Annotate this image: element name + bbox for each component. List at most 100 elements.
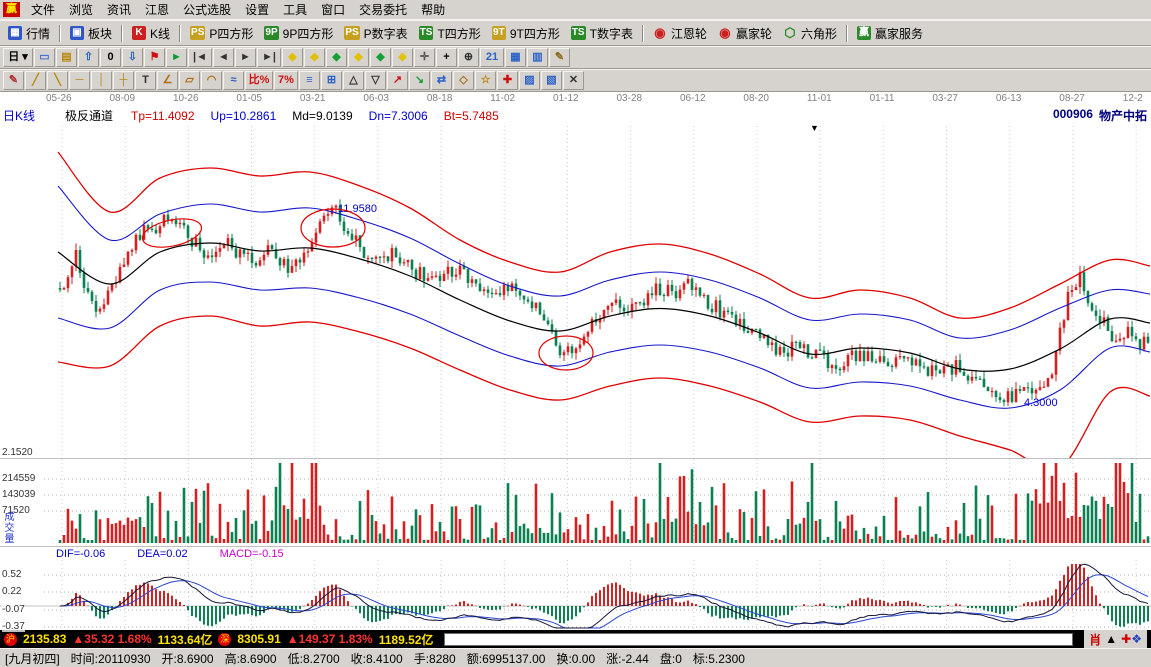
tool-icon[interactable]: T — [135, 71, 156, 90]
tool-icon[interactable]: ▦ — [505, 48, 526, 67]
macd-pane[interactable]: 0.520.22-0.07-0.37 — [0, 560, 1151, 630]
tool-icon[interactable]: 7% — [274, 71, 298, 90]
toolbar-main-button[interactable]: KK线 — [127, 22, 175, 44]
tool-icon[interactable]: ✕ — [563, 71, 584, 90]
tool-icon[interactable]: ▤ — [56, 48, 77, 67]
tool-icon[interactable]: ╱ — [25, 71, 46, 90]
menu-item[interactable]: 江恩 — [138, 0, 176, 20]
toolbar-main-button[interactable]: ▦行情 — [3, 22, 55, 44]
date-tick-label: 01-11 — [870, 93, 895, 104]
tool-icon[interactable]: |◄ — [188, 48, 212, 67]
tool-icon[interactable]: ►| — [257, 48, 281, 67]
macd-chart-canvas[interactable] — [0, 560, 1151, 630]
menu-item[interactable]: 公式选股 — [176, 0, 238, 20]
toolbar-main-button[interactable]: ▣板块 — [65, 22, 117, 44]
tool-icon[interactable]: ◆ — [348, 48, 369, 67]
tool-icon[interactable]: ↘ — [409, 71, 430, 90]
toolbar-main-icon: K — [132, 26, 146, 40]
tool-icon[interactable]: ▽ — [365, 71, 386, 90]
tool-icon[interactable]: ╲ — [47, 71, 68, 90]
tool-icon[interactable]: ◆ — [326, 48, 347, 67]
toolbar-main-button[interactable]: TST四方形 — [414, 22, 486, 44]
macd-indicator-value: DIF=-0.06 — [56, 548, 105, 560]
tool-icon[interactable]: ⊞ — [321, 71, 342, 90]
tool-icon[interactable]: ► — [235, 48, 256, 67]
tool-icon[interactable]: 0 — [100, 48, 121, 67]
tool-icon[interactable]: ∠ — [157, 71, 178, 90]
toolbar-main-button[interactable]: PSP四方形 — [185, 22, 258, 44]
tray-icon[interactable]: ❖ — [1131, 632, 1142, 646]
tool-icon[interactable]: ⇩ — [122, 48, 143, 67]
tool-icon[interactable]: ─ — [69, 71, 90, 90]
tool-icon[interactable]: ┼ — [113, 71, 134, 90]
toolbar-main-label: 江恩轮 — [671, 25, 707, 42]
tool-icon[interactable]: ✎ — [3, 71, 24, 90]
toolbar-main-button[interactable]: ◉江恩轮 — [648, 22, 712, 44]
toolbar-main-icon: 9P — [264, 26, 278, 40]
date-tick-label: 03-28 — [616, 93, 642, 104]
volume-chart-canvas[interactable] — [0, 459, 1151, 547]
tool-icon[interactable]: ▧ — [541, 71, 562, 90]
tool-icon[interactable]: ✚ — [497, 71, 518, 90]
tool-icon[interactable]: ≡ — [299, 71, 320, 90]
ticker-right-label[interactable]: 肖 — [1089, 631, 1101, 648]
tool-icon[interactable]: ◆ — [370, 48, 391, 67]
scroll-up-icon[interactable]: ▲ — [1105, 632, 1117, 646]
menu-item[interactable]: 交易委托 — [352, 0, 414, 20]
main-chart-canvas[interactable]: 11.95804.3000 — [0, 126, 1151, 458]
tool-icon[interactable]: ◆ — [282, 48, 303, 67]
tool-icon[interactable]: ☆ — [475, 71, 496, 90]
date-tick-label: 12-2 — [1123, 93, 1143, 104]
sz-index-turnover: 1189.52亿 — [379, 631, 434, 648]
tray-icon[interactable]: ✚ — [1121, 632, 1131, 646]
tool-icon[interactable]: ≈ — [223, 71, 244, 90]
tool-icon[interactable]: │ — [91, 71, 112, 90]
toolbar-main-button[interactable]: 9T9T四方形 — [487, 22, 565, 44]
tool-icon[interactable]: ⇧ — [78, 48, 99, 67]
tool-icon[interactable]: 21 — [480, 48, 504, 67]
main-chart-pane[interactable]: 11.95804.3000 ▼ 2.1520 — [0, 126, 1151, 458]
menu-item[interactable]: 帮助 — [414, 0, 452, 20]
toolbar-main-button[interactable]: ⬡六角形 — [778, 22, 842, 44]
status-item: 收:8.4100 — [351, 650, 403, 667]
tool-icon[interactable]: ◈ — [392, 48, 413, 67]
volume-pane[interactable]: 21455914303971520 成交量 — [0, 458, 1151, 546]
tool-icon[interactable]: ⚑ — [144, 48, 165, 67]
macd-indicator-value: MACD=-0.15 — [220, 548, 284, 560]
menu-item[interactable]: 浏览 — [62, 0, 100, 20]
toolbar-main-button[interactable]: TST数字表 — [566, 22, 638, 44]
tool-icon[interactable]: ▭ — [34, 48, 55, 67]
tool-icon[interactable]: ▱ — [179, 71, 200, 90]
tool-icon[interactable]: ▨ — [519, 71, 540, 90]
toolbar-main-button[interactable]: ◉赢家轮 — [713, 22, 777, 44]
tool-icon[interactable]: ◠ — [201, 71, 222, 90]
menu-item[interactable]: 窗口 — [314, 0, 352, 20]
tool-icon[interactable]: ◆ — [304, 48, 325, 67]
toolbar-main-button[interactable]: PSP数字表 — [339, 22, 412, 44]
tool-icon[interactable]: △ — [343, 71, 364, 90]
tool-icon[interactable]: ◇ — [453, 71, 474, 90]
tool-icon[interactable]: + — [436, 48, 457, 67]
status-item: 额:6995137.00 — [467, 650, 546, 667]
tool-icon[interactable]: 日 ▾ — [3, 48, 33, 67]
tool-icon[interactable]: ⊕ — [458, 48, 479, 67]
tool-icon[interactable]: ▥ — [527, 48, 548, 67]
menu-item[interactable]: 资讯 — [100, 0, 138, 20]
indicator-value: Tp=11.4092 — [131, 109, 195, 123]
tool-icon[interactable]: ✎ — [549, 48, 570, 67]
tool-icon[interactable]: ✛ — [414, 48, 435, 67]
tool-icon[interactable]: 比% — [245, 71, 273, 90]
tool-icon[interactable]: ◄ — [213, 48, 234, 67]
menu-item[interactable]: 文件 — [24, 0, 62, 20]
tool-icon[interactable]: ► — [166, 48, 187, 67]
toolbar-main-button[interactable]: 赢赢家服务 — [852, 22, 928, 44]
command-input[interactable] — [444, 633, 1073, 646]
tool-icon[interactable]: ⇄ — [431, 71, 452, 90]
date-tick-label: 05-26 — [46, 93, 72, 104]
toolbar-main-button[interactable]: 9P9P四方形 — [259, 22, 338, 44]
menu-item[interactable]: 工具 — [276, 0, 314, 20]
chart-header: 日K线 极反通道 Tp=11.4092Up=10.2861Md=9.0139Dn… — [0, 105, 1151, 126]
chart-marker-triangle: ▼ — [810, 123, 819, 133]
menu-item[interactable]: 设置 — [238, 0, 276, 20]
tool-icon[interactable]: ↗ — [387, 71, 408, 90]
